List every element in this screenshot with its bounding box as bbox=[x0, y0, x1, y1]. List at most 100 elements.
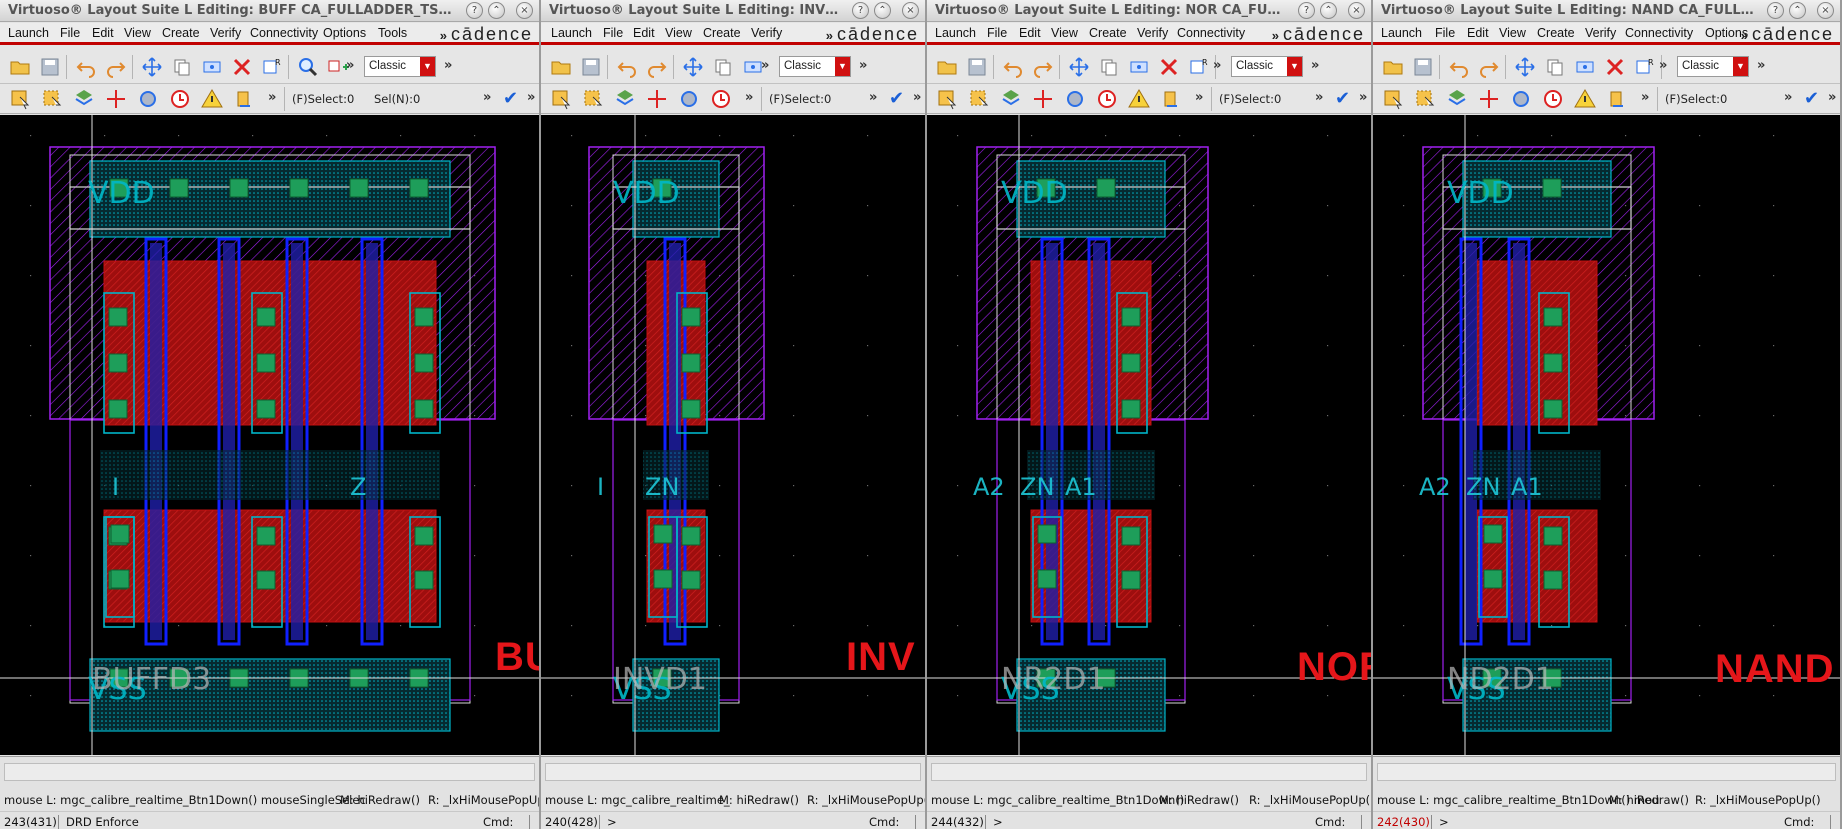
menu-file[interactable]: File bbox=[987, 26, 1007, 40]
menu-launch[interactable]: Launch bbox=[935, 26, 976, 40]
horizontal-scrollbar[interactable] bbox=[4, 763, 535, 781]
menu-connectivity[interactable]: Connectivity bbox=[1625, 26, 1693, 40]
ruler-icon[interactable] bbox=[1477, 87, 1501, 111]
menu-file[interactable]: File bbox=[1435, 26, 1455, 40]
menu-connectivity[interactable]: Connectivity bbox=[250, 26, 318, 40]
toolbar-overflow-icon[interactable]: » bbox=[1315, 90, 1323, 105]
menu-edit[interactable]: Edit bbox=[92, 26, 114, 40]
layout-canvas[interactable]: VDD VSS A2 ZN A1 ND2D1 NAND bbox=[1373, 115, 1840, 755]
menu-edit[interactable]: Edit bbox=[1019, 26, 1041, 40]
zoom-icon[interactable] bbox=[296, 55, 320, 79]
undo-icon[interactable] bbox=[1447, 55, 1471, 79]
command-prompt[interactable]: DRD Enforce bbox=[66, 815, 139, 829]
layout-canvas[interactable]: VDDVSSIZBUFFD3BUF bbox=[0, 115, 539, 755]
minimize-button[interactable]: ⌃ bbox=[488, 2, 505, 19]
partial-select-icon[interactable] bbox=[581, 87, 605, 111]
horizontal-scrollbar[interactable] bbox=[545, 763, 921, 781]
save-icon[interactable] bbox=[965, 55, 989, 79]
undo-icon[interactable] bbox=[74, 55, 98, 79]
delete-icon[interactable] bbox=[230, 55, 254, 79]
move-icon[interactable] bbox=[140, 55, 164, 79]
toolbar-overflow-icon[interactable]: » bbox=[1757, 58, 1765, 73]
redo-icon[interactable] bbox=[104, 55, 128, 79]
partial-select-icon[interactable] bbox=[1413, 87, 1437, 111]
chevron-down-icon[interactable]: ▼ bbox=[1733, 57, 1748, 76]
move-icon[interactable] bbox=[1513, 55, 1537, 79]
menu-verify[interactable]: Verify bbox=[1137, 26, 1168, 40]
menu-file[interactable]: File bbox=[60, 26, 80, 40]
wire-icon[interactable] bbox=[709, 87, 733, 111]
menu-tools[interactable]: Tools bbox=[378, 26, 407, 40]
undo-icon[interactable] bbox=[615, 55, 639, 79]
partial-select-icon[interactable] bbox=[967, 87, 991, 111]
open-icon[interactable] bbox=[8, 55, 32, 79]
minimize-button[interactable]: ⌃ bbox=[1320, 2, 1337, 19]
move-icon[interactable] bbox=[1067, 55, 1091, 79]
minimize-button[interactable]: ⌃ bbox=[874, 2, 891, 19]
pin-icon[interactable] bbox=[1159, 87, 1183, 111]
toolbar-overflow-icon[interactable]: » bbox=[869, 90, 877, 105]
checkmark-icon[interactable]: ✔ bbox=[889, 88, 904, 109]
stretch-icon[interactable] bbox=[1573, 55, 1597, 79]
toolbar-overflow-icon[interactable]: » bbox=[1213, 58, 1221, 73]
open-icon[interactable] bbox=[1381, 55, 1405, 79]
menu-verify[interactable]: Verify bbox=[210, 26, 241, 40]
toolbar-overflow-icon[interactable]: » bbox=[859, 58, 867, 73]
menu-edit[interactable]: Edit bbox=[1467, 26, 1489, 40]
menu-file[interactable]: File bbox=[603, 26, 623, 40]
wire-icon[interactable] bbox=[168, 87, 192, 111]
menu-verify[interactable]: Verify bbox=[1585, 26, 1616, 40]
select-icon[interactable] bbox=[8, 87, 32, 111]
open-icon[interactable] bbox=[935, 55, 959, 79]
help-button[interactable]: ? bbox=[1767, 2, 1784, 19]
copy-icon[interactable] bbox=[1543, 55, 1567, 79]
open-icon[interactable] bbox=[549, 55, 573, 79]
select-icon[interactable] bbox=[935, 87, 959, 111]
toolbar-overflow-icon[interactable]: » bbox=[268, 90, 276, 105]
stretch-icon[interactable] bbox=[200, 55, 224, 79]
checkmark-icon[interactable]: ✔ bbox=[503, 88, 518, 109]
menu-view[interactable]: View bbox=[1499, 26, 1526, 40]
undo-icon[interactable] bbox=[1001, 55, 1025, 79]
redo-icon[interactable] bbox=[1031, 55, 1055, 79]
command-prompt[interactable]: > bbox=[1439, 815, 1449, 829]
ruler-icon[interactable] bbox=[104, 87, 128, 111]
command-prompt[interactable]: > bbox=[993, 815, 1003, 829]
ruler-icon[interactable] bbox=[645, 87, 669, 111]
select-icon[interactable] bbox=[549, 87, 573, 111]
delete-icon[interactable] bbox=[1603, 55, 1627, 79]
toolbar-overflow-icon[interactable]: » bbox=[1195, 90, 1203, 105]
toolbar-overflow-icon[interactable]: » bbox=[1641, 90, 1649, 105]
copy-icon[interactable] bbox=[711, 55, 735, 79]
toolbar-overflow-icon[interactable]: » bbox=[346, 58, 354, 73]
close-button[interactable]: × bbox=[516, 2, 533, 19]
help-button[interactable]: ? bbox=[852, 2, 869, 19]
redo-icon[interactable] bbox=[1477, 55, 1501, 79]
properties-icon[interactable]: R bbox=[260, 55, 284, 79]
menu-create[interactable]: Create bbox=[162, 26, 200, 40]
route-icon[interactable] bbox=[677, 87, 701, 111]
toolbar-overflow-icon[interactable]: » bbox=[1828, 90, 1836, 105]
redo-icon[interactable] bbox=[645, 55, 669, 79]
save-icon[interactable] bbox=[579, 55, 603, 79]
title-bar[interactable]: Virtuoso® Layout Suite L Editing: NOR CA… bbox=[927, 0, 1371, 22]
view-mode-select[interactable]: Classic ▼ bbox=[1677, 56, 1749, 77]
warning-icon[interactable] bbox=[200, 87, 224, 111]
toolbar-overflow-icon[interactable]: » bbox=[913, 90, 921, 105]
save-icon[interactable] bbox=[38, 55, 62, 79]
toolbar-overflow-icon[interactable]: » bbox=[745, 90, 753, 105]
command-prompt[interactable]: > bbox=[607, 815, 617, 829]
menu-options[interactable]: Options bbox=[323, 26, 366, 40]
select-icon[interactable] bbox=[1381, 87, 1405, 111]
menu-view[interactable]: View bbox=[1051, 26, 1078, 40]
close-button[interactable]: × bbox=[902, 2, 919, 19]
toolbar-overflow-icon[interactable]: » bbox=[483, 90, 491, 105]
toolbar-overflow-icon[interactable]: » bbox=[1359, 90, 1367, 105]
horizontal-scrollbar[interactable] bbox=[1377, 763, 1836, 781]
layer-icon[interactable] bbox=[999, 87, 1023, 111]
toolbar-overflow-icon[interactable]: » bbox=[527, 90, 535, 105]
minimize-button[interactable]: ⌃ bbox=[1789, 2, 1806, 19]
toolbar-overflow-icon[interactable]: » bbox=[1659, 58, 1667, 73]
properties-icon[interactable]: R bbox=[1187, 55, 1211, 79]
menu-view[interactable]: View bbox=[665, 26, 692, 40]
